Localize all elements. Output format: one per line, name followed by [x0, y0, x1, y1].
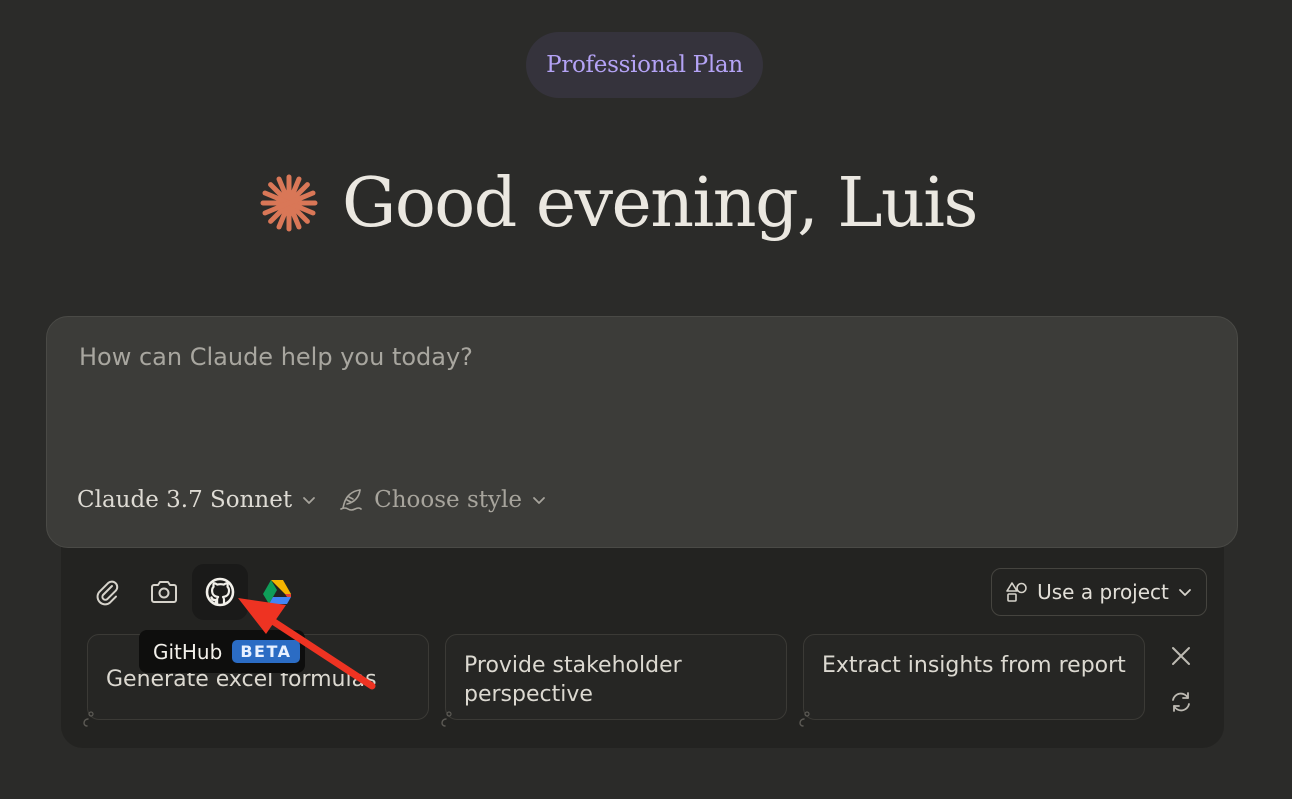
plan-badge-label: Professional Plan: [546, 52, 743, 78]
prompt-input[interactable]: [77, 341, 1181, 445]
use-project-label: Use a project: [1037, 580, 1169, 604]
plan-badge[interactable]: Professional Plan: [526, 32, 763, 98]
chevron-down-icon: [303, 497, 316, 504]
model-selector-label: Claude 3.7 Sonnet: [77, 487, 293, 513]
claude-spark-icon: [260, 174, 318, 232]
camera-icon: [151, 581, 177, 603]
google-drive-icon: [263, 580, 291, 604]
github-tooltip: GitHub BETA: [139, 630, 305, 673]
style-selector-label: Choose style: [374, 487, 522, 513]
refresh-suggestions-button[interactable]: [1165, 686, 1197, 718]
close-icon: [1172, 647, 1190, 665]
suggestion-text: Extract insights from report: [822, 653, 1126, 678]
sparkle-icon: [441, 711, 452, 727]
greeting: Good evening, Luis: [258, 148, 978, 258]
paperclip-icon: [96, 580, 119, 606]
chevron-down-icon: [533, 497, 545, 504]
style-selector[interactable]: Choose style: [338, 487, 546, 513]
chevron-down-icon: [1178, 589, 1191, 596]
beta-badge: BETA: [232, 640, 300, 663]
model-selector[interactable]: Claude 3.7 Sonnet: [77, 487, 316, 513]
composer: Claude 3.7 Sonnet Choose style: [46, 316, 1238, 548]
suggestion-card[interactable]: Provide stakeholder perspective: [445, 634, 787, 720]
tooltip-label: GitHub: [153, 639, 223, 664]
github-icon: [205, 577, 235, 607]
suggestion-card[interactable]: Extract insights from report: [803, 634, 1145, 720]
dismiss-suggestions-button[interactable]: [1165, 640, 1197, 672]
greeting-text: Good evening, Luis: [342, 163, 978, 243]
sparkle-icon: [83, 711, 94, 727]
google-drive-button[interactable]: [249, 564, 305, 620]
github-button[interactable]: [192, 564, 248, 620]
attach-button[interactable]: [79, 564, 135, 620]
sparkle-icon: [799, 711, 810, 727]
screenshot-button[interactable]: [136, 564, 192, 620]
refresh-icon: [1172, 692, 1190, 712]
suggestion-text: Provide stakeholder perspective: [464, 653, 682, 707]
composer-controls: Claude 3.7 Sonnet Choose style: [77, 487, 546, 513]
use-project-button[interactable]: Use a project: [991, 568, 1207, 616]
quill-icon: [340, 489, 362, 511]
shapes-icon: [1006, 582, 1027, 602]
